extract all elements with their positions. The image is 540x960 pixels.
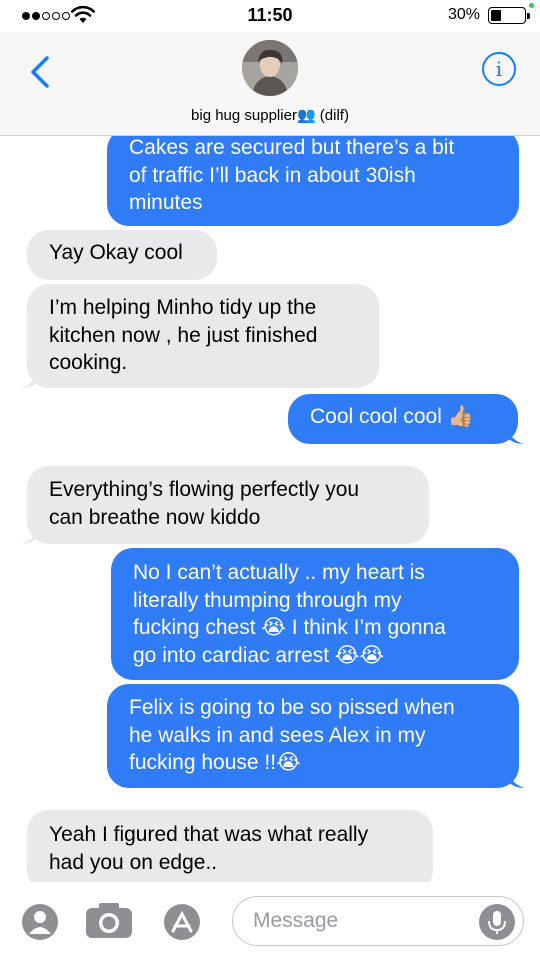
message-text: Cakes are secured but there’s a bit of t… bbox=[129, 136, 455, 214]
microphone-button[interactable] bbox=[479, 904, 515, 940]
input-bar bbox=[0, 882, 540, 960]
message-bubble-outgoing[interactable]: Cakes are secured but there’s a bit of t… bbox=[107, 136, 519, 226]
bubble-tail bbox=[507, 770, 525, 788]
message-bubble-outgoing[interactable]: Felix is going to be so pissed when he w… bbox=[107, 684, 525, 788]
message-bubble-outgoing[interactable]: No I can’t actually .. my heart is liter… bbox=[111, 548, 519, 680]
message-thread[interactable]: Cakes are secured but there’s a bit of t… bbox=[0, 136, 540, 882]
message-bubble-incoming[interactable]: Yeah I figured that was what really had … bbox=[27, 810, 433, 882]
conversation-header: big hug supplier👥 (dilf) i bbox=[0, 32, 540, 136]
message-text: I’m helping Minho tidy up the kitchen no… bbox=[49, 296, 318, 374]
message-text: Yay Okay cool bbox=[49, 241, 183, 264]
message-input[interactable] bbox=[253, 907, 463, 935]
message-bubble-outgoing[interactable]: Cool cool cool 👍🏼 bbox=[288, 394, 524, 444]
memoji-icon[interactable] bbox=[20, 902, 60, 942]
message-bubble-incoming[interactable]: I’m helping Minho tidy up the kitchen no… bbox=[21, 284, 379, 388]
app-store-icon[interactable] bbox=[162, 902, 202, 942]
message-field[interactable] bbox=[232, 896, 524, 946]
battery-icon bbox=[488, 7, 526, 24]
bubble-tail bbox=[506, 426, 524, 444]
contact-name[interactable]: big hug supplier👥 (dilf) bbox=[0, 106, 540, 124]
microphone-icon bbox=[488, 911, 506, 934]
message-text: No I can’t actually .. my heart is liter… bbox=[133, 561, 446, 667]
message-text: Everything’s flowing perfectly you can b… bbox=[49, 478, 360, 529]
battery-percentage: 30% bbox=[447, 6, 480, 23]
contact-avatar[interactable] bbox=[242, 40, 298, 96]
message-text: Cool cool cool 👍🏼 bbox=[310, 405, 474, 428]
message-bubble-incoming[interactable]: Everything’s flowing perfectly you can b… bbox=[21, 466, 429, 544]
status-bar: 11:50 30% bbox=[0, 0, 540, 32]
message-text: Yeah I figured that was what really had … bbox=[49, 823, 369, 874]
camera-icon[interactable] bbox=[84, 900, 134, 940]
charging-indicator bbox=[529, 3, 534, 8]
bubble-tail bbox=[21, 526, 39, 544]
message-bubble-incoming[interactable]: Yay Okay cool bbox=[27, 230, 217, 280]
message-text: Felix is going to be so pissed when he w… bbox=[129, 696, 455, 774]
battery-tip bbox=[527, 13, 530, 19]
bubble-tail bbox=[21, 370, 39, 388]
info-icon[interactable]: i bbox=[482, 52, 516, 86]
back-chevron-icon[interactable] bbox=[26, 54, 56, 90]
